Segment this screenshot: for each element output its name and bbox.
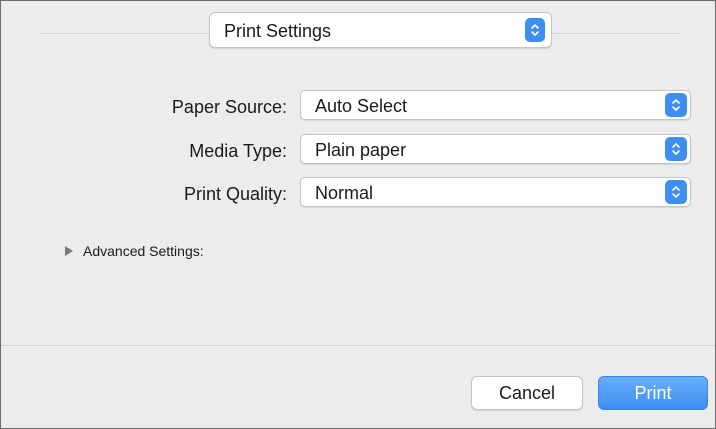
advanced-settings-label: Advanced Settings: (83, 243, 204, 259)
print-settings-popup[interactable]: Print Settings (209, 12, 552, 48)
print-quality-select[interactable]: Normal (300, 177, 691, 207)
top-separator-left (41, 33, 209, 34)
paper-source-value: Auto Select (315, 96, 408, 116)
print-settings-popup-label: Print Settings (224, 21, 332, 41)
up-down-chevrons-icon[interactable] (665, 93, 687, 117)
bottom-separator (1, 345, 715, 346)
paper-source-label: Paper Source: (171, 97, 287, 117)
disclosure-triangle-right-icon[interactable] (65, 246, 73, 256)
print-button[interactable]: Print (598, 376, 708, 410)
up-down-chevrons-icon[interactable] (665, 137, 687, 161)
media-type-select[interactable]: Plain paper (300, 134, 691, 164)
top-separator-right (552, 33, 679, 34)
print-quality-value: Normal (315, 183, 374, 203)
up-down-chevrons-icon[interactable] (665, 180, 687, 204)
media-type-value: Plain paper (315, 140, 407, 160)
advanced-settings-disclosure[interactable]: Advanced Settings: (65, 241, 204, 261)
print-dialog: Print Settings Paper Source: Auto Select… (0, 0, 716, 429)
print-quality-label: Print Quality: (183, 184, 287, 204)
up-down-chevrons-icon[interactable] (525, 18, 545, 42)
cancel-button[interactable]: Cancel (471, 376, 583, 410)
paper-source-select[interactable]: Auto Select (300, 90, 691, 120)
media-type-label: Media Type: (189, 141, 287, 161)
